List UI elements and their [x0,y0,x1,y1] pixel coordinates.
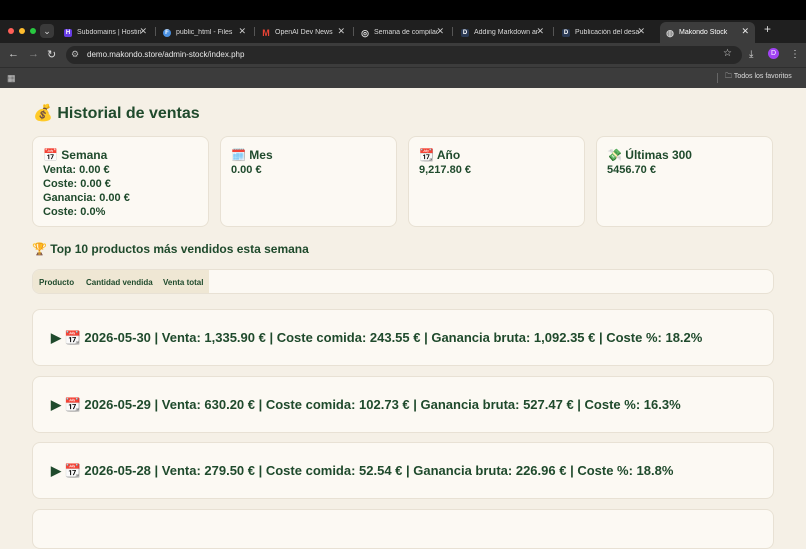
close-icon[interactable]: ✕ [536,26,544,37]
tab-divider [254,27,255,36]
bookmark-star-icon[interactable]: ☆ [723,48,732,59]
tab-title: Makondo Stock [679,29,728,36]
tab-6-active[interactable]: ◍ Makondo Stock ✕ [660,22,755,43]
th-cantidad-vendida[interactable]: Cantidad vendida [86,278,153,287]
new-tab-plus-icon[interactable]: + [764,22,771,36]
tab-search-chevron-icon[interactable]: ⌄ [40,24,54,38]
card-line-venta: Venta: 0.00 € [43,164,110,176]
day-row-2026-05-29[interactable]: ▶ 📆 2026-05-29 | Venta: 630.20 € | Coste… [32,376,774,433]
screen-top-bar [0,0,806,20]
close-icon[interactable]: ✕ [139,26,147,37]
card-line-ganancia: Ganancia: 0.00 € [43,192,130,204]
top-products-title: 🏆 Top 10 productos más vendidos esta sem… [32,242,309,256]
day-row-partial[interactable] [32,509,774,549]
folder-icon: 🗀 [725,73,732,80]
tab-strip: ⌄ H Subdomains | Hostinger ✕ F public_ht… [0,20,806,43]
tab-3[interactable]: ◎ Semana de compilación ✕ [355,22,450,43]
address-bar[interactable]: ⚙ demo.makondo.store/admin-stock/index.p… [66,46,742,64]
tab-0[interactable]: H Subdomains | Hostinger ✕ [58,22,153,43]
card-title: 🗓️ Mes [231,148,273,162]
profile-avatar[interactable]: D [768,48,779,59]
card-title: 💸 Últimas 300 [607,148,692,162]
top-products-table: Producto Cantidad vendida Venta total [32,269,774,294]
card-ano: 📆 Año 9,217.80 € [408,136,585,227]
close-icon[interactable]: ✕ [741,26,749,37]
close-icon[interactable]: ✕ [337,26,345,37]
hostinger-icon: H [64,28,72,37]
card-mes: 🗓️ Mes 0.00 € [220,136,397,227]
browser-toolbar: ← → ↻ ⚙ demo.makondo.store/admin-stock/i… [0,43,806,67]
openai-icon: ◎ [361,27,369,38]
card-line-coste-pct: Coste: 0.0% [43,206,106,218]
tab-divider [353,27,354,36]
tab-1[interactable]: F public_html - Files ✕ [157,22,252,43]
tab-divider [155,27,156,36]
site-settings-icon[interactable]: ⚙ [71,49,79,60]
close-icon[interactable]: ✕ [436,26,444,37]
card-semana: 📅 Semana Venta: 0.00 € Coste: 0.00 € Gan… [32,136,209,227]
tab-4[interactable]: D Adding Markdown and ✕ [455,22,550,43]
day-summary[interactable]: ▶ 📆 2026-05-30 | Venta: 1,335.90 € | Cos… [51,330,702,346]
tab-title: Adding Markdown and [474,29,538,36]
apps-grid-icon[interactable]: ▦ [7,73,16,84]
bookmarks-divider [717,73,718,83]
tab-title: Subdomains | Hostinger [77,29,141,36]
reload-icon[interactable]: ↻ [47,48,56,61]
page-title: 💰 Historial de ventas [33,105,200,122]
url-text[interactable]: demo.makondo.store/admin-stock/index.php [87,50,244,59]
card-title: 📅 Semana [43,148,108,162]
card-value: 0.00 € [231,164,262,176]
card-ultimas-300: 💸 Últimas 300 5456.70 € [596,136,773,227]
card-line-coste: Coste: 0.00 € [43,178,111,190]
day-summary[interactable]: ▶ 📆 2026-05-28 | Venta: 279.50 € | Coste… [51,463,673,479]
tab-title: OpenAI Dev News [275,29,333,36]
bookmarks-bar: ▦ 🗀 Todos los favoritos [0,67,806,88]
card-value: 5456.70 € [607,164,656,176]
gmail-icon: M [262,27,270,38]
close-icon[interactable]: ✕ [637,26,645,37]
all-bookmarks-folder[interactable]: 🗀 Todos los favoritos [725,72,792,83]
tab-5[interactable]: D Publicación del desarrollo ✕ [556,22,651,43]
tab-title: public_html - Files [176,29,233,36]
close-window-button[interactable] [8,28,14,34]
day-row-2026-05-28[interactable]: ▶ 📆 2026-05-28 | Venta: 279.50 € | Coste… [32,442,774,499]
card-title: 📆 Año [419,148,461,162]
globe-icon: ◍ [666,27,674,38]
download-icon[interactable]: ⤓ [749,49,753,60]
forward-arrow-icon[interactable]: → [28,48,39,60]
th-venta-total[interactable]: Venta total [163,278,203,287]
tab-title: Semana de compilación [374,29,438,36]
maximize-window-button[interactable] [30,28,36,34]
all-bookmarks-label: Todos los favoritos [733,73,792,80]
back-arrow-icon[interactable]: ← [8,48,19,60]
tab-divider [452,27,453,36]
d-icon: D [562,28,570,37]
tab-title: Publicación del desarrollo [575,29,639,36]
minimize-window-button[interactable] [19,28,25,34]
tab-divider [553,27,554,36]
day-row-2026-05-30[interactable]: ▶ 📆 2026-05-30 | Venta: 1,335.90 € | Cos… [32,309,774,366]
tab-2[interactable]: M OpenAI Dev News ✕ [256,22,351,43]
d-icon: D [461,28,469,37]
menu-kebab-icon[interactable]: ⋮ [790,49,800,60]
files-icon: F [163,28,171,37]
card-value: 9,217.80 € [419,164,471,176]
th-producto[interactable]: Producto [39,278,74,287]
close-icon[interactable]: ✕ [238,26,246,37]
day-summary[interactable]: ▶ 📆 2026-05-29 | Venta: 630.20 € | Coste… [51,397,681,413]
